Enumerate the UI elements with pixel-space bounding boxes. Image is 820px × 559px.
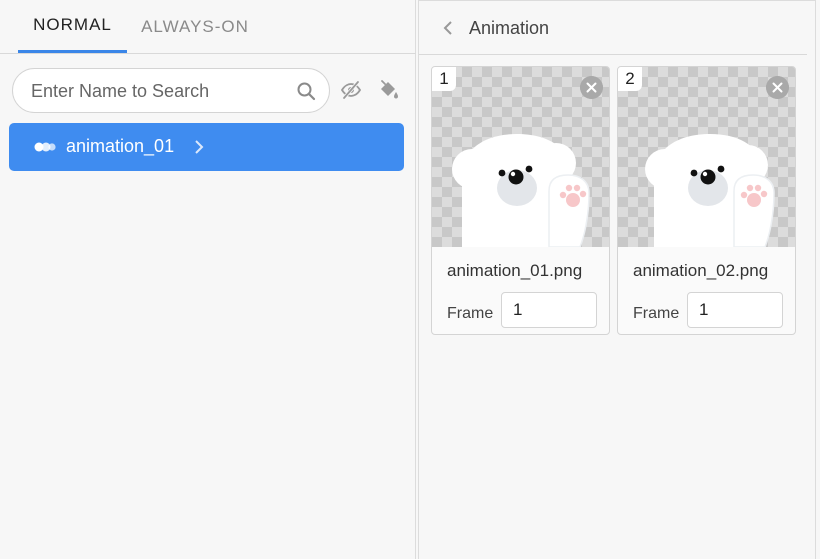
frame-thumbnail: 2 xyxy=(618,67,795,247)
animation-item-label: animation_01 xyxy=(66,136,175,156)
animation-list-item[interactable]: animation_01 xyxy=(9,123,404,171)
right-panel: Animation 1 animation_01.png Frame 1 2 a… xyxy=(418,0,816,559)
frame-label: Frame xyxy=(447,305,494,322)
tab-bar: NORMAL ALWAYS-ON xyxy=(0,0,416,54)
search-input[interactable] xyxy=(31,79,281,103)
paint-bucket-icon[interactable] xyxy=(378,79,400,101)
frame-thumbnail: 1 xyxy=(432,67,609,247)
chevron-left-icon[interactable] xyxy=(441,19,455,37)
search-icon[interactable] xyxy=(296,81,316,101)
frame-input[interactable] xyxy=(687,292,783,328)
frame-card[interactable]: 2 animation_02.png Frame xyxy=(617,66,796,335)
frame-card[interactable]: 1 animation_01.png Frame xyxy=(431,66,610,335)
detail-header: Animation xyxy=(419,1,807,55)
eye-slash-icon[interactable] xyxy=(340,79,362,101)
app-root: NORMAL ALWAYS-ON Enter Name to Search an… xyxy=(0,0,820,559)
left-panel: NORMAL ALWAYS-ON Enter Name to Search an… xyxy=(0,0,416,559)
dots-icon xyxy=(34,142,56,152)
frame-label: Frame xyxy=(633,305,680,322)
chevron-right-icon xyxy=(195,140,204,154)
close-icon[interactable] xyxy=(766,76,789,99)
close-icon[interactable] xyxy=(580,76,603,99)
frame-input[interactable] xyxy=(501,292,597,328)
frame-index: 1 xyxy=(432,67,456,91)
search-box xyxy=(12,68,330,113)
tab-always-on[interactable]: ALWAYS-ON xyxy=(127,0,263,53)
frame-filename: animation_01.png xyxy=(447,261,583,280)
frame-index: 2 xyxy=(618,67,642,91)
tab-normal[interactable]: NORMAL xyxy=(18,0,127,53)
detail-title: Animation xyxy=(469,18,550,38)
frame-filename: animation_02.png xyxy=(633,261,769,280)
